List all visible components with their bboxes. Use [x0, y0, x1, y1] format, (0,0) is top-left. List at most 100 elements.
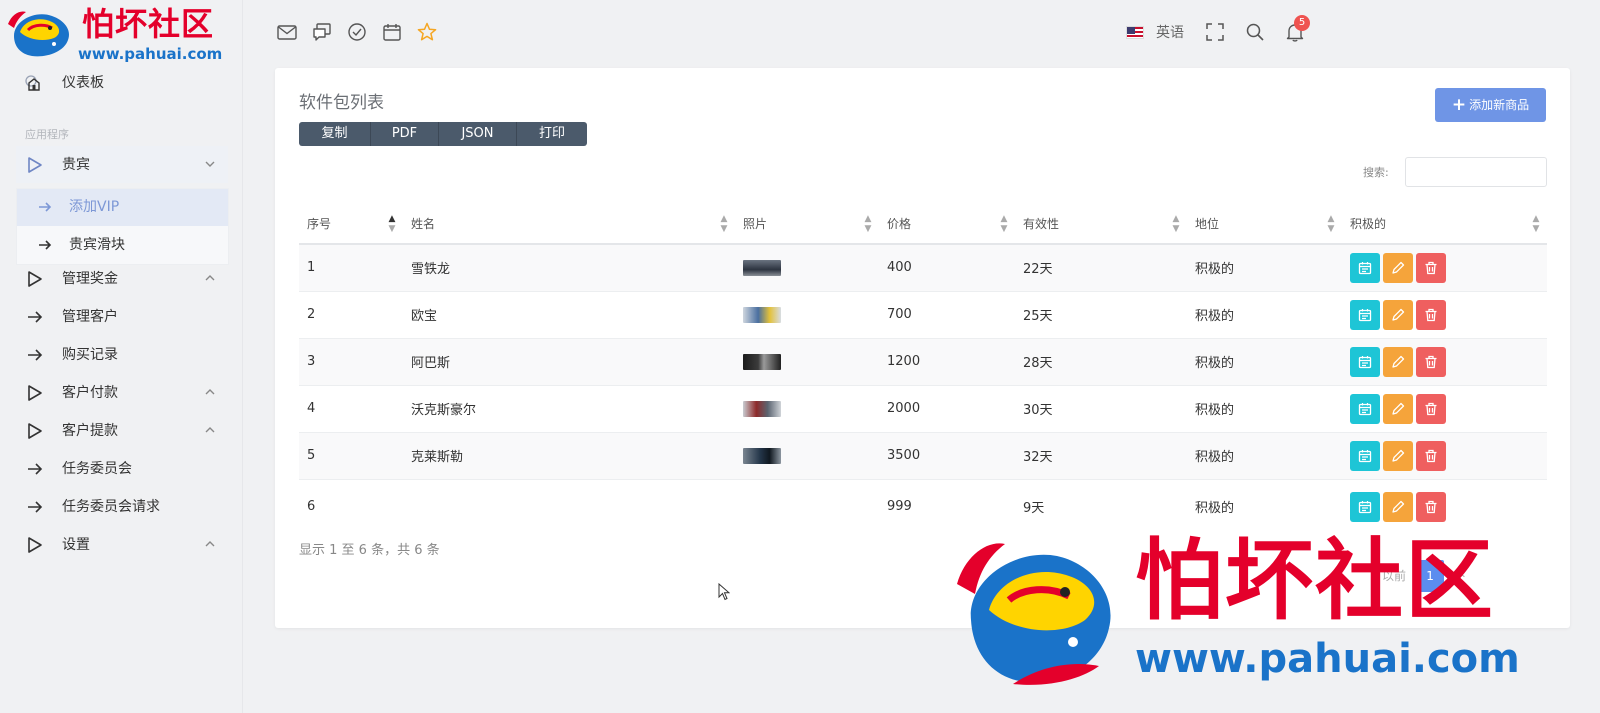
sidebar-item-task-committee-requests[interactable]: 任务委员会请求 — [16, 488, 228, 525]
delete-button[interactable] — [1416, 299, 1446, 330]
play-outline-icon — [28, 537, 42, 553]
cell-status: 积极的 — [1187, 432, 1342, 480]
copy-button[interactable]: 复制 — [299, 122, 371, 146]
column-header-validity[interactable]: 有效性 ▲ ▼ — [1015, 204, 1187, 245]
submenu-item-add-vip[interactable]: 添加VIP — [17, 189, 228, 226]
cell-actions — [1342, 479, 1547, 534]
column-header-id[interactable]: 序号 ▲ ▼ — [299, 204, 403, 245]
search-icon[interactable] — [1244, 21, 1266, 43]
add-product-button[interactable]: + 添加新商品 — [1435, 88, 1546, 122]
home-icon — [25, 75, 40, 91]
chat-icon[interactable] — [311, 21, 333, 43]
column-header-active[interactable]: 积极的 ▲ ▼ — [1342, 204, 1547, 245]
cell-id: 4 — [299, 385, 403, 433]
delete-button[interactable] — [1416, 393, 1446, 424]
sidebar-item-customer-payments[interactable]: 客户付款 — [16, 374, 228, 411]
chevron-up-icon — [205, 389, 215, 395]
sort-icon: ▲ ▼ — [720, 214, 728, 234]
trash-icon — [1425, 261, 1437, 274]
sidebar-item-purchase-history[interactable]: 购买记录 — [16, 336, 228, 373]
print-button[interactable]: 打印 — [517, 122, 587, 146]
site-logo[interactable]: 怕坏社区 www.pahuai.com — [6, 4, 238, 66]
cell-validity: 25天 — [1015, 291, 1187, 339]
mail-icon[interactable] — [276, 21, 298, 43]
view-button[interactable] — [1350, 491, 1380, 522]
edit-button[interactable] — [1383, 393, 1413, 424]
cell-status: 积极的 — [1187, 244, 1342, 292]
logo-url-text: www.pahuai.com — [78, 45, 223, 63]
view-button[interactable] — [1350, 346, 1380, 377]
edit-button[interactable] — [1383, 491, 1413, 522]
submenu-item-label: 贵宾滑块 — [69, 237, 125, 253]
pencil-icon — [1392, 500, 1405, 513]
sidebar-item-label: 任务委员会请求 — [62, 499, 160, 515]
fish-logo-icon — [957, 543, 1111, 685]
submenu-item-vip-slider[interactable]: 贵宾滑块 — [17, 227, 228, 264]
column-header-photo[interactable]: 照片 ▲ ▼ — [735, 204, 879, 245]
column-header-price[interactable]: 价格 ▲ ▼ — [879, 204, 1015, 245]
delete-button[interactable] — [1416, 346, 1446, 377]
sidebar-item-vip[interactable]: 贵宾 — [16, 146, 228, 183]
export-button-group: 复制 PDF JSON 打印 — [299, 122, 587, 146]
star-icon[interactable] — [416, 21, 438, 43]
sidebar-item-settings[interactable]: 设置 — [16, 526, 228, 563]
chevron-down-icon — [205, 161, 215, 167]
fish-logo-icon — [8, 11, 70, 57]
cell-actions — [1342, 244, 1547, 292]
sidebar-item-label: 管理客户 — [62, 309, 118, 325]
column-header-status[interactable]: 地位 ▲ ▼ — [1187, 204, 1342, 245]
edit-button[interactable] — [1383, 299, 1413, 330]
edit-button[interactable] — [1383, 346, 1413, 377]
delete-button[interactable] — [1416, 252, 1446, 283]
add-product-label: 添加新商品 — [1469, 98, 1530, 112]
sidebar-item-dashboard[interactable]: 仪表板 — [16, 64, 228, 101]
cell-status: 积极的 — [1195, 501, 1235, 517]
view-button[interactable] — [1350, 393, 1380, 424]
calendar-icon[interactable] — [381, 21, 403, 43]
json-button[interactable]: JSON — [439, 122, 517, 146]
cell-name: 克莱斯勒 — [403, 432, 735, 480]
trash-icon — [1425, 355, 1437, 368]
view-button[interactable] — [1350, 299, 1380, 330]
delete-button[interactable] — [1416, 491, 1446, 522]
section-label-apps: 应用程序 — [25, 128, 69, 141]
sidebar-item-manage-bonus[interactable]: 管理奖金 — [16, 260, 228, 297]
cell-photo — [735, 244, 879, 292]
edit-button[interactable] — [1383, 440, 1413, 471]
cell-price: 3500 — [879, 432, 1015, 480]
arrow-right-icon — [28, 501, 43, 513]
column-header-name[interactable]: 姓名 ▲ ▼ — [403, 204, 735, 245]
fullscreen-icon[interactable] — [1204, 21, 1226, 43]
calendar-icon — [1358, 402, 1372, 415]
search-label: 搜索: — [1363, 166, 1389, 179]
view-button[interactable] — [1350, 252, 1380, 283]
flag-us-icon — [1126, 25, 1144, 39]
sidebar-item-customer-withdrawals[interactable]: 客户提款 — [16, 412, 228, 449]
sort-icon: ▲ ▼ — [1532, 214, 1540, 234]
delete-button[interactable] — [1416, 440, 1446, 471]
watermark-url-text: www.pahuai.com — [1135, 636, 1520, 682]
cell-validity: 28天 — [1015, 338, 1187, 386]
page-title: 软件包列表 — [299, 93, 384, 113]
cell-photo — [735, 479, 879, 534]
check-circle-icon[interactable] — [346, 21, 368, 43]
cell-id: 1 — [299, 244, 403, 292]
search-input[interactable] — [1405, 157, 1547, 187]
edit-button[interactable] — [1383, 252, 1413, 283]
pdf-button[interactable]: PDF — [371, 122, 439, 146]
vip-submenu: 添加VIP 贵宾滑块 — [16, 188, 229, 265]
table-info: 显示 1 至 6 条，共 6 条 — [299, 543, 440, 558]
cell-validity: 22天 — [1015, 244, 1187, 292]
trash-icon — [1425, 402, 1437, 415]
chevron-up-icon — [205, 275, 215, 281]
sidebar-item-manage-customers[interactable]: 管理客户 — [16, 298, 228, 335]
table-row: 6 999 9天 积极的 — [299, 479, 1547, 534]
pencil-icon — [1392, 261, 1405, 274]
sort-icon: ▲ ▼ — [1327, 214, 1335, 234]
car-photo — [743, 259, 781, 276]
chevron-up-icon — [205, 427, 215, 433]
cell-price: 999 — [887, 499, 912, 515]
view-button[interactable] — [1350, 440, 1380, 471]
sidebar-item-task-committee[interactable]: 任务委员会 — [16, 450, 228, 487]
language-selector[interactable]: 英语 — [1126, 22, 1184, 42]
